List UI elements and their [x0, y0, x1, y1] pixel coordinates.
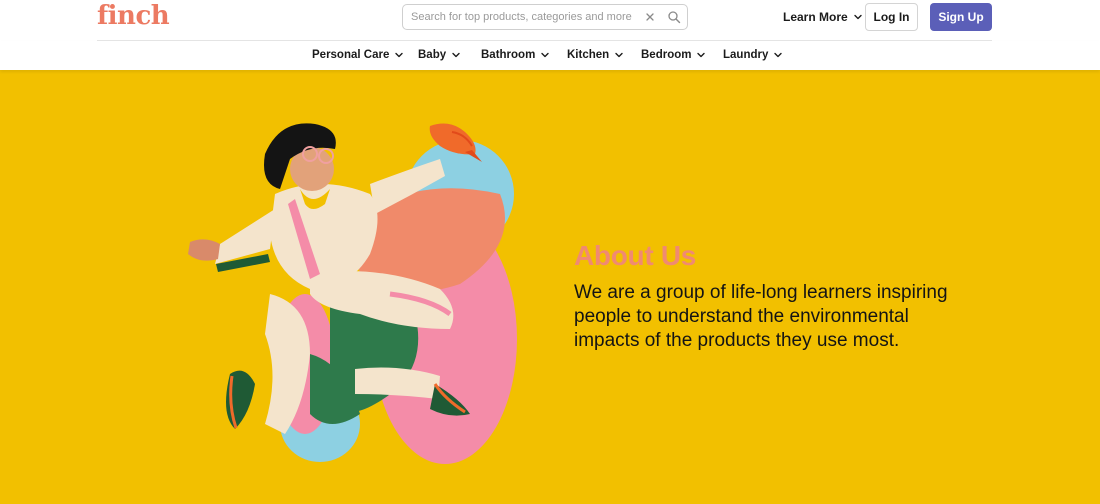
nav-item-label: Bedroom — [641, 49, 692, 61]
search-icon[interactable] — [667, 10, 681, 24]
nav-item-laundry[interactable]: Laundry — [723, 49, 783, 61]
chevron-down-icon — [452, 52, 460, 58]
nav-item-label: Baby — [418, 49, 447, 61]
chevron-down-icon — [395, 52, 404, 58]
close-icon[interactable] — [643, 10, 657, 24]
nav-item-baby[interactable]: Baby — [418, 49, 461, 61]
nav-item-label: Personal Care — [312, 49, 390, 61]
nav-item-bathroom[interactable]: Bathroom — [481, 49, 550, 61]
search-box[interactable] — [402, 4, 688, 30]
about-us-heading: About Us — [574, 240, 697, 271]
learn-more-menu[interactable]: Learn More — [783, 10, 863, 24]
nav-item-bedroom[interactable]: Bedroom — [641, 49, 706, 61]
about-us-description: We are a group of life-long learners ins… — [574, 282, 948, 351]
learn-more-label: Learn More — [783, 10, 848, 24]
chevron-down-icon — [697, 52, 706, 58]
sign-up-button[interactable]: Sign Up — [930, 3, 992, 31]
category-nav: Personal Care Baby Bathroom Kitchen Bedr… — [0, 41, 1100, 70]
chevron-down-icon — [774, 52, 783, 58]
chevron-down-icon — [615, 52, 623, 58]
search-input[interactable] — [411, 8, 635, 26]
chevron-down-icon — [853, 14, 862, 20]
nav-item-kitchen[interactable]: Kitchen — [567, 49, 624, 61]
site-header: finch Learn More Log In Sign Up — [0, 0, 1100, 41]
about-hero: About Us We are a group of life-long lea… — [0, 70, 1100, 504]
nav-item-label: Bathroom — [481, 49, 536, 61]
nav-item-personal-care[interactable]: Personal Care — [312, 49, 404, 61]
nav-item-label: Laundry — [723, 49, 769, 61]
chevron-down-icon — [541, 52, 550, 58]
finch-logo[interactable]: finch — [97, 1, 170, 31]
person-with-bird-illustration — [188, 123, 517, 464]
log-in-button[interactable]: Log In — [865, 3, 918, 31]
nav-item-label: Kitchen — [567, 49, 610, 61]
